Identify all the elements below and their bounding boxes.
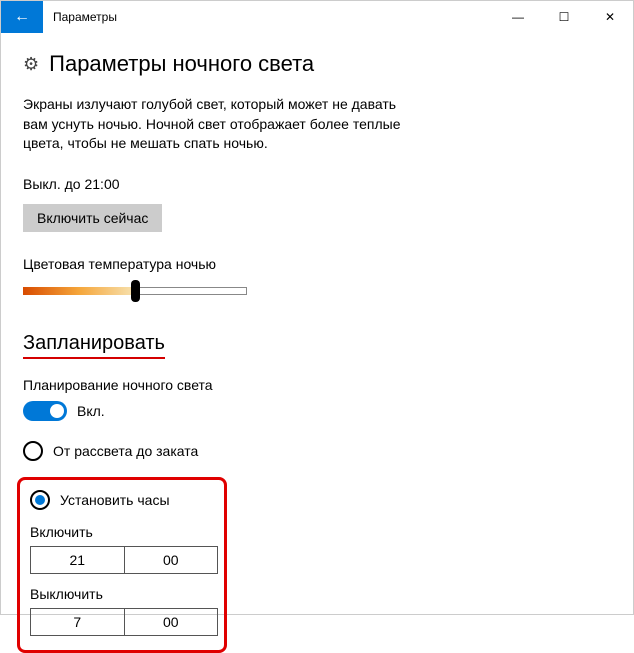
- back-button[interactable]: ←: [1, 1, 43, 33]
- schedule-toggle-row: Вкл.: [23, 401, 611, 421]
- slider-thumb[interactable]: [131, 280, 140, 302]
- radio-sunset-icon: [23, 441, 43, 461]
- custom-hours-highlight: Установить часы Включить 21 00 Выключить…: [17, 477, 227, 653]
- turn-on-time[interactable]: 21 00: [30, 546, 218, 574]
- turn-on-minutes[interactable]: 00: [125, 547, 218, 573]
- gear-icon: ⚙: [23, 54, 39, 75]
- turn-off-time[interactable]: 7 00: [30, 608, 218, 636]
- description-text: Экраны излучают голубой свет, который мо…: [23, 95, 403, 154]
- titlebar: ← Параметры — ☐ ✕: [1, 1, 633, 33]
- window-title: Параметры: [43, 1, 495, 33]
- maximize-button[interactable]: ☐: [541, 1, 587, 33]
- radio-sunset-label: От рассвета до заката: [53, 443, 198, 459]
- minimize-button[interactable]: —: [495, 1, 541, 33]
- radio-custom-row[interactable]: Установить часы: [30, 490, 214, 510]
- radio-custom-icon: [30, 490, 50, 510]
- arrow-left-icon: ←: [14, 8, 30, 26]
- turn-off-minutes[interactable]: 00: [125, 609, 218, 635]
- color-temp-label: Цветовая температура ночью: [23, 256, 611, 272]
- turn-off-hours[interactable]: 7: [31, 609, 125, 635]
- schedule-toggle[interactable]: [23, 401, 67, 421]
- color-temp-slider[interactable]: [23, 280, 247, 302]
- turn-off-label: Выключить: [30, 586, 214, 602]
- schedule-toggle-state: Вкл.: [77, 403, 105, 419]
- page-heading: ⚙ Параметры ночного света: [23, 51, 611, 77]
- page-title: Параметры ночного света: [49, 51, 314, 77]
- turn-on-label: Включить: [30, 524, 214, 540]
- radio-custom-label: Установить часы: [60, 492, 170, 508]
- slider-fill: [23, 287, 135, 295]
- content: ⚙ Параметры ночного света Экраны излучаю…: [1, 33, 633, 653]
- schedule-section-title: Запланировать: [23, 332, 165, 359]
- status-text: Выкл. до 21:00: [23, 176, 611, 192]
- enable-now-button[interactable]: Включить сейчас: [23, 204, 162, 232]
- radio-sunset-row[interactable]: От рассвета до заката: [23, 441, 611, 461]
- schedule-toggle-label: Планирование ночного света: [23, 377, 611, 393]
- window-controls: — ☐ ✕: [495, 1, 633, 33]
- toggle-knob: [50, 404, 64, 418]
- radio-selected-dot: [35, 495, 45, 505]
- turn-on-hours[interactable]: 21: [31, 547, 125, 573]
- close-button[interactable]: ✕: [587, 1, 633, 33]
